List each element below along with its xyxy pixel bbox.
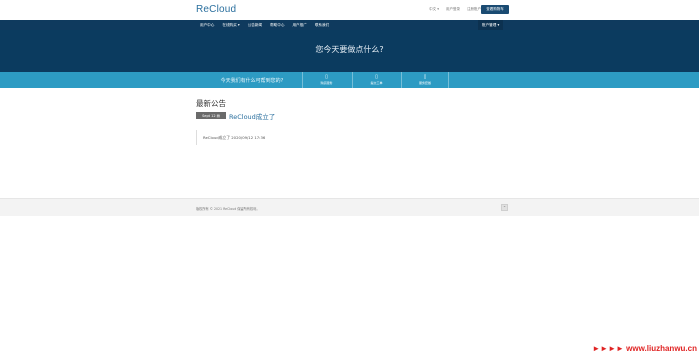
- action-label: 服务套餐: [418, 81, 431, 85]
- action-label: 购买服务: [320, 81, 333, 85]
- nav-item-help-center[interactable]: 帮助中心: [266, 20, 288, 30]
- action-label: 提交工单: [370, 81, 383, 85]
- action-prompt: 今天我们有什么可帮到您的?: [220, 77, 284, 84]
- footer: 版权所有 © 2021 ReCloud 保留所有权利。 ⌃: [0, 198, 699, 216]
- nav-item-announcements[interactable]: 公告新闻: [244, 20, 266, 30]
- package-icon: ▯: [423, 74, 427, 80]
- watermark-site: www.liuzhanwu.cn: [626, 344, 697, 353]
- hero-title: 您今天要做点什么?: [315, 45, 384, 54]
- hero-banner: 您今天要做点什么?: [0, 30, 699, 72]
- nav-item-affiliate[interactable]: 用户推广: [288, 20, 310, 30]
- nav-item-contact[interactable]: 联系我们: [311, 20, 333, 30]
- login-link[interactable]: 用户登录: [446, 7, 460, 12]
- nav-item-buy-online[interactable]: 在线购买 ▾: [218, 20, 243, 30]
- account-menu[interactable]: 账户管理 ▾: [478, 20, 504, 30]
- action-service-packages[interactable]: ▯ 服务套餐: [401, 72, 449, 88]
- ticket-icon: ▯: [375, 74, 378, 80]
- register-link[interactable]: 注册账户: [467, 7, 481, 12]
- main-nav: 用户中心 在线购买 ▾ 公告新闻 帮助中心 用户推广 联系我们 账户管理 ▾: [0, 20, 699, 30]
- announcements-title: 最新公告: [196, 99, 226, 108]
- cart-icon: ▯: [325, 74, 328, 80]
- announcement-title-link[interactable]: ReCloud成立了: [229, 111, 275, 121]
- top-links: 中文 ▾ 用户登录 注册账户: [429, 7, 481, 12]
- nav-item-user-center[interactable]: 用户中心: [196, 20, 218, 30]
- top-header: ReCloud 中文 ▾ 用户登录 注册账户 查看购物车: [0, 0, 699, 20]
- action-bar: 今天我们有什么可帮到您的? ▯ 购买服务 ▯ 提交工单 ▯ 服务套餐: [0, 72, 699, 88]
- announcement-date: Sept 12: [202, 113, 216, 118]
- arrow-icon: ►►►►: [592, 344, 624, 353]
- site-logo[interactable]: ReCloud: [196, 4, 236, 15]
- back-to-top-button[interactable]: ⌃: [501, 204, 508, 211]
- copyright-text: 版权所有 © 2021 ReCloud 保留所有权利。: [196, 207, 260, 211]
- chevron-up-icon: ⌃: [502, 205, 507, 210]
- action-buy-service[interactable]: ▯ 购买服务: [302, 72, 350, 88]
- announcement-date-badge: Sept 12 ▤: [196, 112, 226, 119]
- calendar-icon: ▤: [216, 113, 220, 118]
- announcement-body: ReCloud成立了 2020/09/12 17:36: [196, 130, 296, 145]
- site-watermark: ►►►► www.liuzhanwu.cn: [592, 344, 697, 353]
- action-submit-ticket[interactable]: ▯ 提交工单: [352, 72, 400, 88]
- view-cart-button[interactable]: 查看购物车: [481, 5, 509, 14]
- main-content: 最新公告 Sept 12 ▤ ReCloud成立了 ReCloud成立了 202…: [0, 88, 699, 198]
- language-selector[interactable]: 中文 ▾: [429, 7, 439, 12]
